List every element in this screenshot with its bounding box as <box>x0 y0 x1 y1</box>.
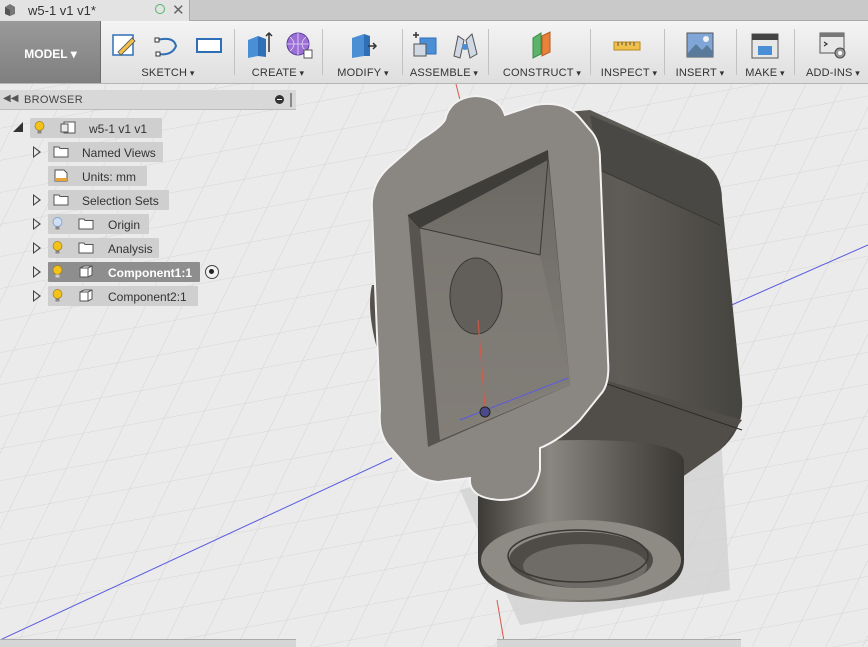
document-title: w5-1 v1 v1* <box>28 3 96 18</box>
origin-point <box>479 406 491 418</box>
expand-toggle-icon[interactable] <box>13 122 23 132</box>
construct-menu-label[interactable]: CONSTRUCT <box>500 67 584 79</box>
origin-chip[interactable]: Origin <box>48 214 149 234</box>
navigation-bar[interactable] <box>497 639 741 647</box>
folder-icon <box>53 146 69 158</box>
document-icon <box>54 169 68 182</box>
folder-icon <box>53 194 69 206</box>
selection-sets-chip[interactable]: Selection Sets <box>48 190 169 210</box>
named-views-chip[interactable]: Named Views <box>48 142 163 162</box>
workspace-switcher[interactable]: MODEL ▾ <box>0 21 101 83</box>
root-chip[interactable]: w5-1 v1 v1 <box>30 118 162 138</box>
sync-status-icon <box>155 4 165 14</box>
insert-group[interactable]: INSERT <box>670 21 730 83</box>
body-icon <box>79 289 93 302</box>
component-icon <box>60 121 76 134</box>
create-menu-label[interactable]: CREATE <box>238 67 318 79</box>
panel-resize-grip[interactable] <box>290 93 292 107</box>
component2-chip[interactable]: Component2:1 <box>48 286 198 306</box>
sketch-menu-label[interactable]: SKETCH <box>106 67 230 79</box>
visibility-bulb-off-icon[interactable] <box>52 217 63 231</box>
form-icon[interactable] <box>284 30 314 60</box>
inspect-group[interactable]: INSPECT <box>598 21 660 83</box>
main-toolbar: MODEL ▾ SKETCH CREATE <box>0 21 868 84</box>
expand-toggle-icon[interactable] <box>33 218 41 230</box>
activate-component-radio-icon[interactable] <box>205 265 219 279</box>
tree-item-component1[interactable]: Component1:1 <box>0 262 230 282</box>
joint-icon[interactable] <box>450 30 480 60</box>
assemble-group[interactable]: ASSEMBLE <box>406 21 482 83</box>
make-menu-label[interactable]: MAKE <box>740 67 790 79</box>
expand-toggle-icon[interactable] <box>33 194 41 206</box>
tree-item-label: Analysis <box>108 242 153 256</box>
comments-bar[interactable] <box>0 639 296 647</box>
expand-toggle-icon[interactable] <box>33 242 41 254</box>
document-cube-icon <box>5 4 15 16</box>
expand-toggle-icon[interactable] <box>33 290 41 302</box>
body-icon <box>79 265 93 278</box>
tree-item-origin[interactable]: Origin <box>0 214 155 234</box>
tree-item-selection-sets[interactable]: Selection Sets <box>0 190 175 210</box>
measure-icon[interactable] <box>612 30 642 60</box>
expand-toggle-icon[interactable] <box>33 146 41 158</box>
tree-item-label: Selection Sets <box>82 194 159 208</box>
tree-item-named-views[interactable]: Named Views <box>0 142 170 162</box>
close-tab-icon[interactable]: ✕ <box>172 1 185 19</box>
panel-options-icon[interactable] <box>275 95 284 104</box>
scripts-addins-icon[interactable] <box>818 30 848 60</box>
visibility-bulb-icon[interactable] <box>52 289 63 303</box>
add-ins-menu-label[interactable]: ADD-INS <box>800 67 866 79</box>
visibility-bulb-icon[interactable] <box>34 121 45 135</box>
modify-menu-label[interactable]: MODIFY <box>328 67 398 79</box>
extrude-icon[interactable] <box>244 30 274 60</box>
browser-title: BROWSER <box>24 94 83 106</box>
insert-menu-label[interactable]: INSERT <box>670 67 730 79</box>
create-sketch-icon[interactable] <box>110 30 140 60</box>
construct-group[interactable]: CONSTRUCT <box>500 21 584 83</box>
units-chip[interactable]: Units: mm <box>48 166 147 186</box>
folder-icon <box>78 242 94 254</box>
sketch-group[interactable]: SKETCH <box>106 21 230 83</box>
inspect-menu-label[interactable]: INSPECT <box>598 67 660 79</box>
new-component-icon[interactable] <box>410 30 440 60</box>
create-group[interactable]: CREATE <box>238 21 318 83</box>
tree-item-label: Units: mm <box>82 170 136 184</box>
tree-item-label: Component1:1 <box>108 266 192 280</box>
assemble-menu-label[interactable]: ASSEMBLE <box>406 67 482 79</box>
workspace-label: MODEL ▾ <box>24 47 77 61</box>
tree-item-label: Component2:1 <box>108 290 187 304</box>
collapse-panel-icon[interactable]: ◀◀ <box>3 93 18 104</box>
tree-item-analysis[interactable]: Analysis <box>0 238 165 258</box>
visibility-bulb-icon[interactable] <box>52 265 63 279</box>
make-group[interactable]: MAKE <box>740 21 790 83</box>
inner-hole <box>449 257 503 335</box>
3d-print-icon[interactable] <box>750 30 780 60</box>
analysis-chip[interactable]: Analysis <box>48 238 159 258</box>
component1-chip[interactable]: Component1:1 <box>48 262 200 282</box>
rectangle-sketch-icon[interactable] <box>194 30 224 60</box>
folder-icon <box>78 218 94 230</box>
document-tab[interactable]: w5-1 v1 v1* ✕ <box>0 0 190 21</box>
tree-item-units[interactable]: Units: mm <box>0 166 170 186</box>
insert-image-icon[interactable] <box>685 30 715 60</box>
arc-sketch-icon[interactable] <box>152 30 182 60</box>
document-tab-strip: w5-1 v1 v1* ✕ <box>0 0 868 21</box>
tree-root-label: w5-1 v1 v1 <box>89 122 148 136</box>
browser-panel-header: ◀◀ BROWSER <box>0 90 296 110</box>
tree-item-label: Named Views <box>82 146 156 160</box>
tree-item-label: Origin <box>108 218 141 232</box>
press-pull-icon[interactable] <box>348 30 378 60</box>
offset-plane-icon[interactable] <box>527 30 557 60</box>
tree-item-component2[interactable]: Component2:1 <box>0 286 200 306</box>
visibility-bulb-icon[interactable] <box>52 241 63 255</box>
expand-toggle-icon[interactable] <box>33 266 41 278</box>
modify-group[interactable]: MODIFY <box>328 21 398 83</box>
add-ins-group[interactable]: ADD-INS <box>800 21 866 83</box>
tree-root-node[interactable]: w5-1 v1 v1 <box>0 118 170 138</box>
